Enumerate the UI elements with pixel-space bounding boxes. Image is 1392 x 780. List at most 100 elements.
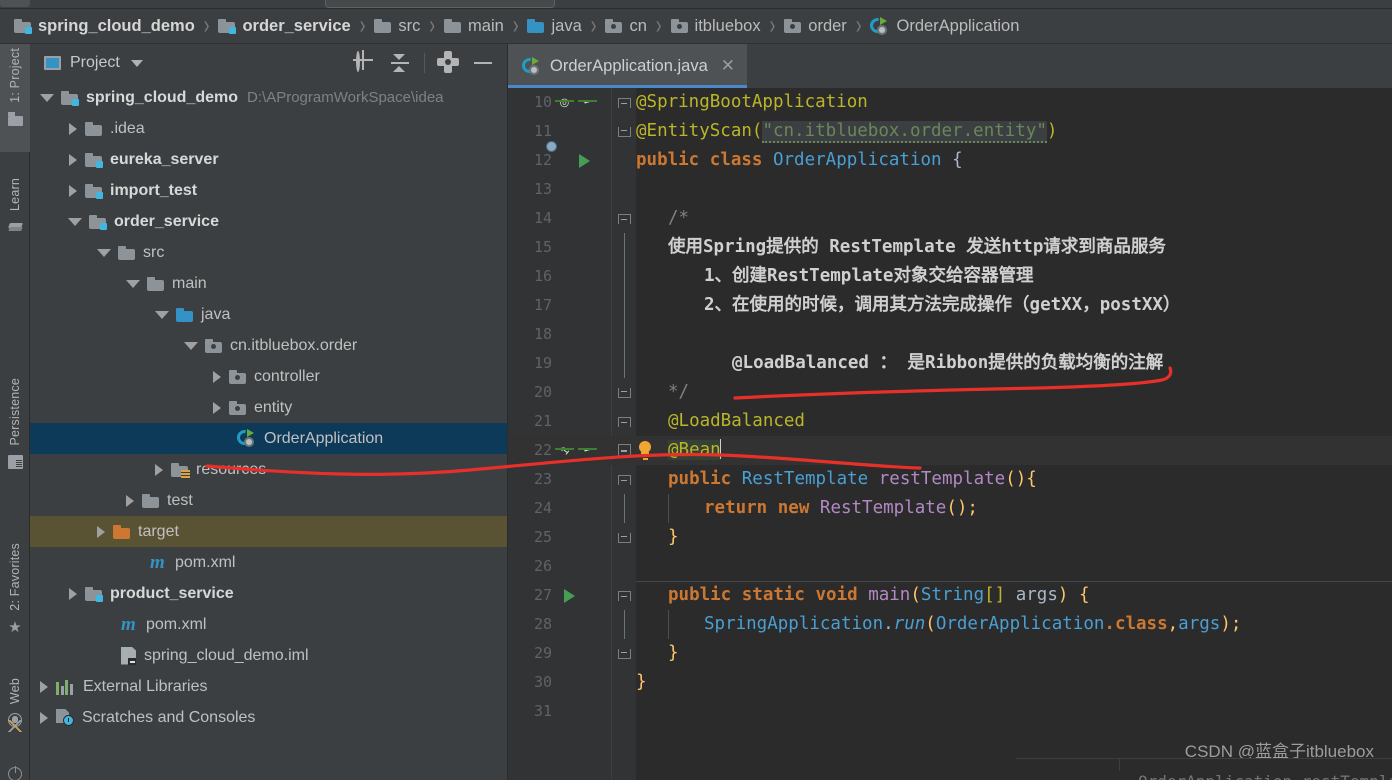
breadcrumb-item-itbluebox[interactable]: itbluebox: [670, 17, 761, 36]
code-line[interactable]: 29 }: [508, 639, 1392, 668]
code-editor[interactable]: 10 ◎ ✓ @SpringBootApplication 11 @Entity…: [508, 88, 1392, 780]
chevron-right-icon[interactable]: [69, 587, 77, 600]
code-line[interactable]: 21 @LoadBalanced: [508, 407, 1392, 436]
minimize-icon[interactable]: [473, 53, 493, 73]
gear-icon[interactable]: [439, 53, 459, 73]
breadcrumb-item-java[interactable]: java: [527, 17, 582, 36]
chevron-down-icon[interactable]: [184, 341, 198, 350]
chevron-down-icon[interactable]: [68, 217, 82, 226]
chevron-right-icon[interactable]: [126, 494, 134, 507]
code-line[interactable]: 19 @LoadBalanced ： 是Ribbon提供的负载均衡的注解: [508, 349, 1392, 378]
tree-row-target[interactable]: target: [30, 516, 507, 547]
tree-row[interactable]: product_service: [30, 578, 507, 609]
bean-check-icon[interactable]: ✓: [579, 93, 598, 112]
breadcrumb-item-spring-cloud-demo[interactable]: spring_cloud_demo: [14, 17, 195, 36]
tree-row[interactable]: resources: [30, 454, 507, 485]
breadcrumb-item-main[interactable]: main: [444, 17, 504, 36]
fold-marker[interactable]: [613, 407, 635, 436]
collapse-all-icon[interactable]: [390, 53, 410, 73]
code-line[interactable]: 31: [508, 697, 1392, 726]
tree-row[interactable]: controller: [30, 361, 507, 392]
override-icon[interactable]: ↤: [556, 441, 575, 460]
code-line[interactable]: 16 1、创建RestTemplate对象交给容器管理: [508, 262, 1392, 291]
tree-row[interactable]: cn.itbluebox.order: [30, 330, 507, 361]
breadcrumb-item-src[interactable]: src: [374, 17, 420, 36]
tree-row[interactable]: main: [30, 268, 507, 299]
code-line[interactable]: 13: [508, 175, 1392, 204]
spring-bean-icon[interactable]: [546, 141, 575, 170]
chevron-right-icon[interactable]: [69, 153, 77, 166]
fold-marker[interactable]: [613, 465, 635, 494]
chevron-right-icon[interactable]: [40, 680, 48, 693]
code-line[interactable]: 27 public static void main(String[] args…: [508, 581, 1392, 610]
sidebar-item-learn[interactable]: Learn: [0, 174, 30, 258]
tree-row[interactable]: order_service: [30, 206, 507, 237]
gutter-icons[interactable]: ◎ ✓: [556, 88, 598, 117]
bean-check-icon[interactable]: ✓: [579, 441, 598, 460]
code-line-current[interactable]: 22 ↤ ✓ @Bean: [508, 436, 1392, 465]
breadcrumb-item-order[interactable]: order: [784, 17, 847, 36]
run-gradient-icon[interactable]: ◎: [556, 93, 575, 112]
top-strip-search-field[interactable]: [325, 0, 555, 8]
tree-row[interactable]: eureka_server: [30, 144, 507, 175]
tree-row[interactable]: entity: [30, 392, 507, 423]
tree-row[interactable]: spring_cloud_demo.iml: [30, 640, 507, 671]
code-line[interactable]: 24 return new RestTemplate();: [508, 494, 1392, 523]
tree-row-scratches[interactable]: Scratches and Consoles: [30, 702, 507, 733]
tree-row[interactable]: import_test: [30, 175, 507, 206]
fold-marker[interactable]: [613, 204, 635, 233]
tree-row[interactable]: test: [30, 485, 507, 516]
tree-row-orderapplication[interactable]: OrderApplication: [30, 423, 507, 454]
chevron-right-icon[interactable]: [69, 122, 77, 135]
chevron-down-icon[interactable]: [40, 93, 54, 102]
code-line[interactable]: 12 public class OrderApplication {: [508, 141, 1392, 175]
chevron-down-icon[interactable]: [155, 310, 169, 319]
chevron-right-icon[interactable]: [69, 184, 77, 197]
sidebar-item-persistence[interactable]: Persistence: [0, 374, 30, 504]
fold-marker[interactable]: [613, 117, 635, 146]
close-icon[interactable]: ✕: [721, 56, 735, 76]
code-line[interactable]: 23 public RestTemplate restTemplate(){: [508, 465, 1392, 494]
chevron-right-icon[interactable]: [97, 525, 105, 538]
code-line[interactable]: 20 */: [508, 378, 1392, 407]
lightbulb-icon[interactable]: [636, 441, 654, 460]
code-line[interactable]: 28 SpringApplication.run(OrderApplicatio…: [508, 610, 1392, 639]
chevron-down-icon[interactable]: [97, 248, 111, 257]
fold-marker[interactable]: [613, 436, 635, 465]
code-line[interactable]: 18: [508, 320, 1392, 349]
sidebar-item-project[interactable]: 1: Project: [0, 44, 30, 152]
code-line[interactable]: 26: [508, 552, 1392, 581]
fold-marker[interactable]: [613, 581, 635, 610]
fold-marker[interactable]: [613, 88, 635, 117]
code-line[interactable]: 30 }: [508, 668, 1392, 697]
chevron-right-icon[interactable]: [155, 463, 163, 476]
run-icon[interactable]: [564, 586, 583, 605]
tree-row[interactable]: spring_cloud_demo D:\AProgramWorkSpace\i…: [30, 82, 507, 113]
tree-row[interactable]: java: [30, 299, 507, 330]
fold-marker[interactable]: [613, 639, 635, 668]
tab-orderapplication-java[interactable]: OrderApplication.java ✕: [508, 44, 747, 88]
breadcrumb-item-order-service[interactable]: order_service: [218, 17, 351, 36]
chevron-right-icon[interactable]: [40, 711, 48, 724]
gutter-icons[interactable]: ↤ ✓: [556, 436, 598, 465]
chevron-down-icon[interactable]: [130, 59, 143, 67]
sidebar-item-partial[interactable]: [0, 762, 30, 780]
locate-icon[interactable]: [356, 51, 376, 73]
run-icon[interactable]: [579, 151, 598, 170]
tree-row[interactable]: src: [30, 237, 507, 268]
breadcrumb-item-cn[interactable]: cn: [605, 17, 647, 36]
tree-row[interactable]: m pom.xml: [30, 609, 507, 640]
gutter-icons[interactable]: [546, 141, 598, 175]
sidebar-item-extra-zigzag[interactable]: [0, 708, 30, 748]
code-line[interactable]: 15 使用Spring提供的 RestTemplate 发送http请求到商品服…: [508, 233, 1392, 262]
bottom-breadcrumb-label[interactable]: OrderApplication.restTemplate(): [1138, 772, 1392, 780]
code-line[interactable]: 11 @EntityScan("cn.itbluebox.order.entit…: [508, 117, 1392, 146]
code-line[interactable]: 17 2、在使用的时候，调用其方法完成操作（getXX，postXX）: [508, 291, 1392, 320]
tree-row[interactable]: m pom.xml: [30, 547, 507, 578]
code-line[interactable]: 25 }: [508, 523, 1392, 552]
tree-row-external-libraries[interactable]: External Libraries: [30, 671, 507, 702]
fold-marker[interactable]: [613, 523, 635, 552]
fold-marker[interactable]: [613, 378, 635, 407]
gutter-icons[interactable]: [564, 581, 583, 610]
sidebar-item-favorites[interactable]: 2: Favorites ★: [0, 539, 30, 659]
